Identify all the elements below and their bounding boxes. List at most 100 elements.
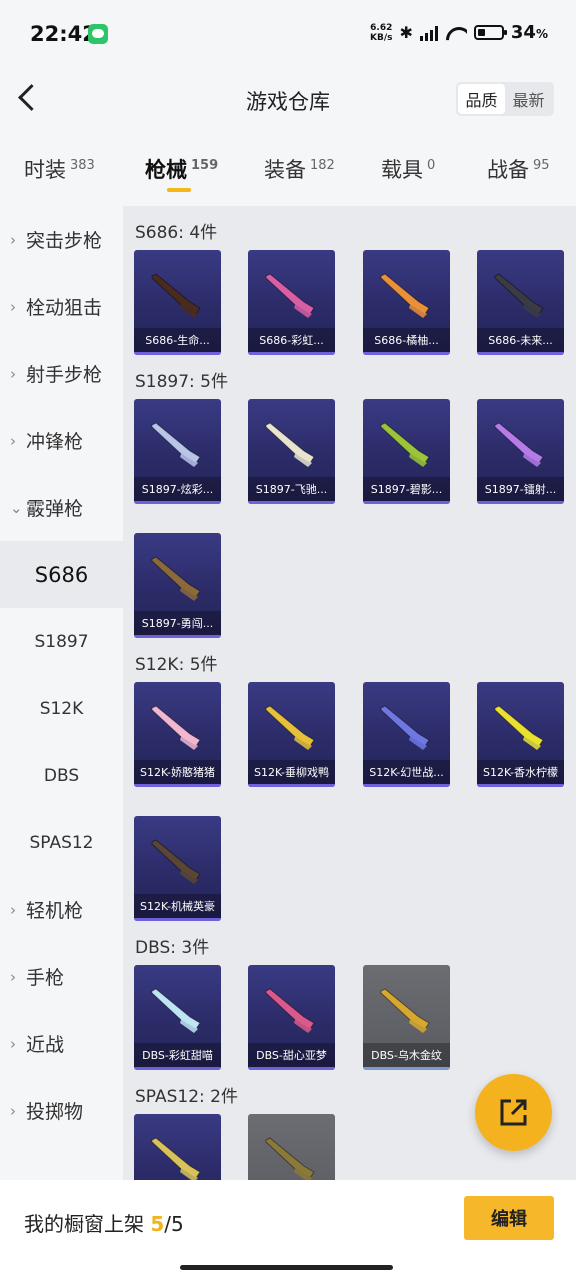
chevron-right-icon: › [10, 1101, 16, 1120]
chevron-right-icon: › [10, 431, 16, 450]
item-card[interactable]: DBS-甜心亚梦 [248, 965, 335, 1070]
rarity-bar [134, 1067, 221, 1070]
tab-equipment[interactable]: 装备 182 [264, 154, 335, 184]
tab-count: 182 [310, 158, 335, 173]
item-card[interactable]: S1897-勇闯... [134, 533, 221, 638]
shotgun-icon [151, 705, 201, 750]
sidebar-item-throwable[interactable]: › 投掷物 [0, 1077, 123, 1144]
tab-supplies[interactable]: 战备 95 [487, 154, 550, 184]
item-card[interactable]: S686-生命... [134, 250, 221, 355]
sidebar-item-assault-rifle[interactable]: › 突击步枪 [0, 206, 123, 273]
item-name: S12K-幻世战... [363, 760, 450, 784]
sidebar-item-label: 射手步枪 [26, 364, 103, 386]
network-speed: 6.62 KB/s [370, 23, 392, 43]
shotgun-icon [265, 422, 315, 467]
item-card[interactable]: S686-未来... [477, 250, 564, 355]
sidebar-subitem-dbs[interactable]: DBS [0, 742, 123, 809]
sidebar-item-lmg[interactable]: › 轻机枪 [0, 876, 123, 943]
rarity-bar [248, 1067, 335, 1070]
item-grid: S686: 4件 S686-生命... S686-彩虹... S686-橘柚... S6… [123, 206, 576, 1180]
shotgun-icon [494, 705, 544, 750]
item-card[interactable]: S1897-碧影... [363, 399, 450, 504]
item-card[interactable]: S12K-娇憨猪猪 [134, 682, 221, 787]
item-name: S686-未来... [477, 328, 564, 352]
shotgun-icon [265, 1137, 315, 1180]
chevron-right-icon: › [10, 230, 16, 249]
group-label: S1897: 5件 [135, 372, 229, 392]
item-card[interactable]: S12K-香水柠檬 [477, 682, 564, 787]
shotgun-icon [380, 273, 430, 318]
item-name: S12K-垂柳戏鸭 [248, 760, 335, 784]
item-card[interactable]: S686-橘柚... [363, 250, 450, 355]
sidebar-item-label: 轻机枪 [26, 900, 84, 922]
home-indicator[interactable] [180, 1265, 393, 1270]
item-name: DBS-甜心亚梦 [248, 1043, 335, 1067]
edit-button[interactable]: 编辑 [464, 1196, 554, 1240]
item-card[interactable] [248, 1114, 335, 1180]
tab-label: 装备 [264, 158, 306, 182]
item-name: S686-彩虹... [248, 328, 335, 352]
sidebar-item-bolt-sniper[interactable]: › 栓动狙击 [0, 273, 123, 340]
wifi-icon [445, 25, 467, 41]
sidebar-subitem-s12k[interactable]: S12K [0, 675, 123, 742]
tab-count: 0 [427, 158, 436, 173]
rarity-bar [363, 1067, 450, 1070]
tab-count: 383 [70, 158, 95, 173]
item-name: S12K-香水柠檬 [477, 760, 564, 784]
cellular-signal-icon [419, 25, 438, 41]
rarity-bar [134, 784, 221, 787]
item-card[interactable]: DBS-彩虹甜喵 [134, 965, 221, 1070]
item-name: S12K-机械英豪 [134, 894, 221, 918]
sidebar-item-smg[interactable]: › 冲锋枪 [0, 407, 123, 474]
shotgun-icon [380, 705, 430, 750]
item-card[interactable]: S12K-幻世战... [363, 682, 450, 787]
sort-option-latest[interactable]: 最新 [505, 84, 552, 114]
chevron-right-icon: › [10, 900, 16, 919]
item-card[interactable]: S1897-炫彩... [134, 399, 221, 504]
item-card[interactable]: DBS-乌木金纹 [363, 965, 450, 1070]
sort-option-quality[interactable]: 品质 [458, 84, 505, 114]
item-card[interactable]: S12K-机械英豪 [134, 816, 221, 921]
item-card[interactable]: S686-彩虹... [248, 250, 335, 355]
sidebar-item-label: 栓动狙击 [26, 297, 103, 319]
item-name: S1897-炫彩... [134, 477, 221, 501]
shotgun-icon [265, 273, 315, 318]
sidebar-item-label: 手枪 [26, 967, 65, 989]
sidebar: › 突击步枪 › 栓动狙击 › 射手步枪 › 冲锋枪 ⌄ 霰弹枪 S686 S1897 S… [0, 206, 123, 1180]
showcase-current: 5 [150, 1212, 165, 1236]
tab-guns[interactable]: 枪械 159 [145, 154, 218, 184]
shotgun-icon [380, 422, 430, 467]
sidebar-subitem-spas12[interactable]: SPAS12 [0, 809, 123, 876]
sidebar-subitem-s1897[interactable]: S1897 [0, 608, 123, 675]
sidebar-item-label: 突击步枪 [26, 230, 103, 252]
item-card[interactable]: S12K-垂柳戏鸭 [248, 682, 335, 787]
showcase-total: /5 [164, 1212, 184, 1236]
group-label: S686: 4件 [135, 223, 218, 243]
chevron-right-icon: › [10, 1034, 16, 1053]
item-card[interactable]: S1897-飞驰... [248, 399, 335, 504]
sidebar-item-pistol[interactable]: › 手枪 [0, 943, 123, 1010]
shotgun-icon [151, 556, 201, 601]
battery-percent: 34% [510, 22, 548, 43]
showcase-status: 我的橱窗上架 5/5 [24, 1208, 184, 1237]
item-name: DBS-乌木金纹 [363, 1043, 450, 1067]
item-card[interactable]: S1897-镭射... [477, 399, 564, 504]
sidebar-item-shotgun[interactable]: ⌄ 霰弹枪 [0, 474, 123, 541]
tab-label: 时装 [24, 158, 66, 182]
status-time: 22:42 [30, 22, 97, 46]
battery-icon [473, 25, 507, 40]
status-bar: 22:42 6.62 KB/s ✱ 34% [0, 0, 576, 70]
sidebar-subitem-s686[interactable]: S686 [0, 541, 123, 608]
shotgun-icon [265, 705, 315, 750]
group-label: DBS: 3件 [135, 938, 210, 958]
shotgun-icon [151, 839, 201, 884]
sidebar-item-marksman-rifle[interactable]: › 射手步枪 [0, 340, 123, 407]
tab-label: 战备 [487, 158, 529, 182]
sidebar-item-melee[interactable]: › 近战 [0, 1010, 123, 1077]
rarity-bar [134, 501, 221, 504]
item-card[interactable] [134, 1114, 221, 1180]
item-name: DBS-彩虹甜喵 [134, 1043, 221, 1067]
share-button[interactable] [475, 1074, 552, 1151]
tab-fashion[interactable]: 时装 383 [24, 154, 95, 184]
tab-vehicles[interactable]: 载具 0 [381, 154, 435, 184]
